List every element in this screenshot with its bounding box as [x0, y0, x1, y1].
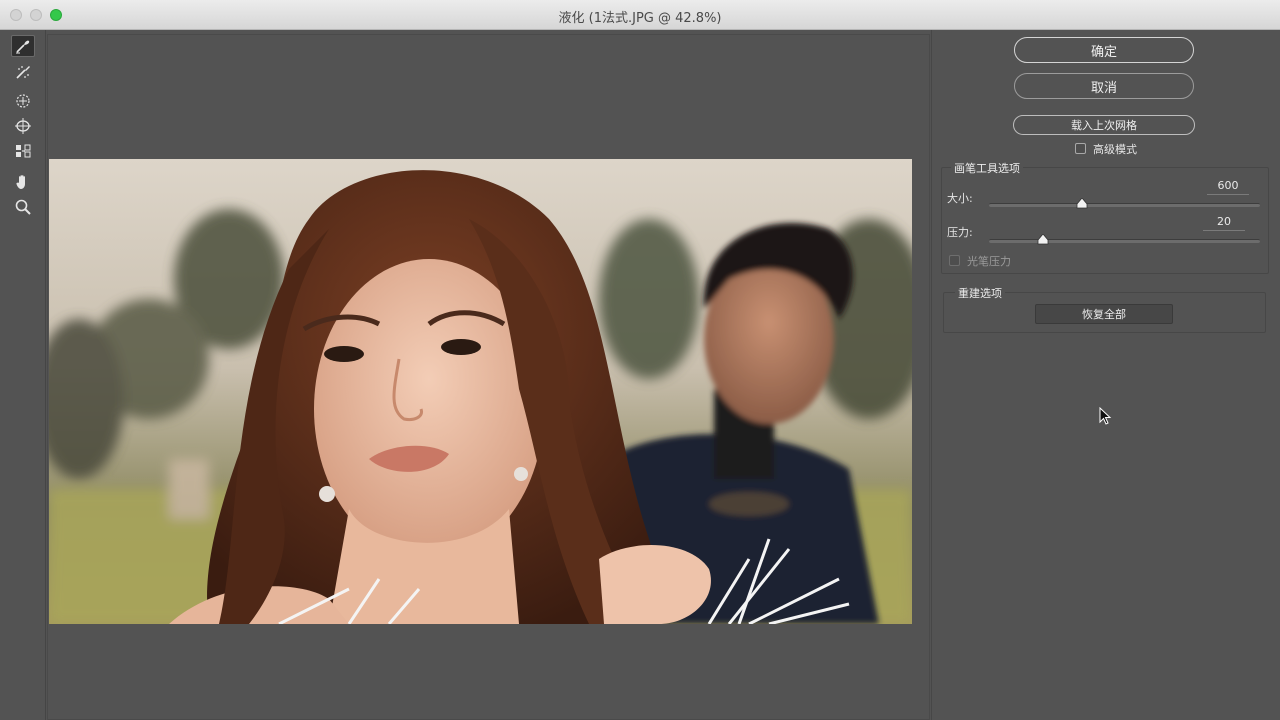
reconstruct-options-title: 重建选项 — [955, 285, 1005, 301]
pressure-slider[interactable] — [989, 239, 1260, 243]
pressure-label: 压力: — [947, 226, 973, 239]
size-input[interactable]: 600 — [1207, 179, 1249, 195]
slider-thumb-icon — [1037, 234, 1049, 245]
mouse-cursor-icon — [1099, 406, 1113, 427]
push-left-tool[interactable] — [11, 140, 35, 162]
warp-icon — [16, 40, 30, 54]
bloat-icon — [15, 118, 31, 134]
pucker-tool[interactable] — [11, 90, 35, 112]
tool-panel — [0, 30, 46, 720]
stylus-pressure-checkbox[interactable] — [949, 255, 960, 266]
load-last-mesh-button[interactable]: 载入上次网格 — [1013, 115, 1195, 135]
push-left-icon — [16, 144, 31, 158]
hand-icon — [16, 175, 25, 189]
reconstruct-tool[interactable] — [11, 61, 35, 83]
brush-options-title: 画笔工具选项 — [951, 160, 1023, 176]
reconstruct-brush-icon — [16, 66, 30, 79]
advanced-mode-checkbox[interactable] — [1075, 143, 1086, 154]
size-label: 大小: — [947, 192, 973, 205]
wedding-photo — [49, 159, 912, 624]
zoom-tool[interactable] — [11, 196, 35, 218]
cancel-button[interactable]: 取消 — [1014, 73, 1194, 99]
pucker-icon — [16, 94, 30, 108]
size-slider[interactable] — [989, 203, 1260, 207]
hand-tool[interactable] — [11, 171, 35, 193]
liquify-dialog: 液化 (1法式.JPG @ 42.8%) 确定 取消 载入上次网格 高级模式 画… — [0, 0, 1280, 720]
restore-all-button[interactable]: 恢复全部 — [1035, 304, 1173, 324]
slider-thumb-icon — [1076, 198, 1088, 209]
window-title: 液化 (1法式.JPG @ 42.8%) — [558, 11, 722, 26]
stylus-pressure-label: 光笔压力 — [967, 255, 1011, 268]
forward-warp-tool[interactable] — [11, 35, 35, 57]
title-bar: 液化 (1法式.JPG @ 42.8%) — [0, 0, 1280, 30]
zoom-icon — [15, 199, 31, 215]
bloat-tool[interactable] — [11, 115, 35, 137]
pressure-input[interactable]: 20 — [1203, 215, 1245, 231]
ok-button[interactable]: 确定 — [1014, 37, 1194, 63]
advanced-mode-label: 高级模式 — [1093, 143, 1137, 156]
preview-image[interactable] — [49, 159, 912, 624]
